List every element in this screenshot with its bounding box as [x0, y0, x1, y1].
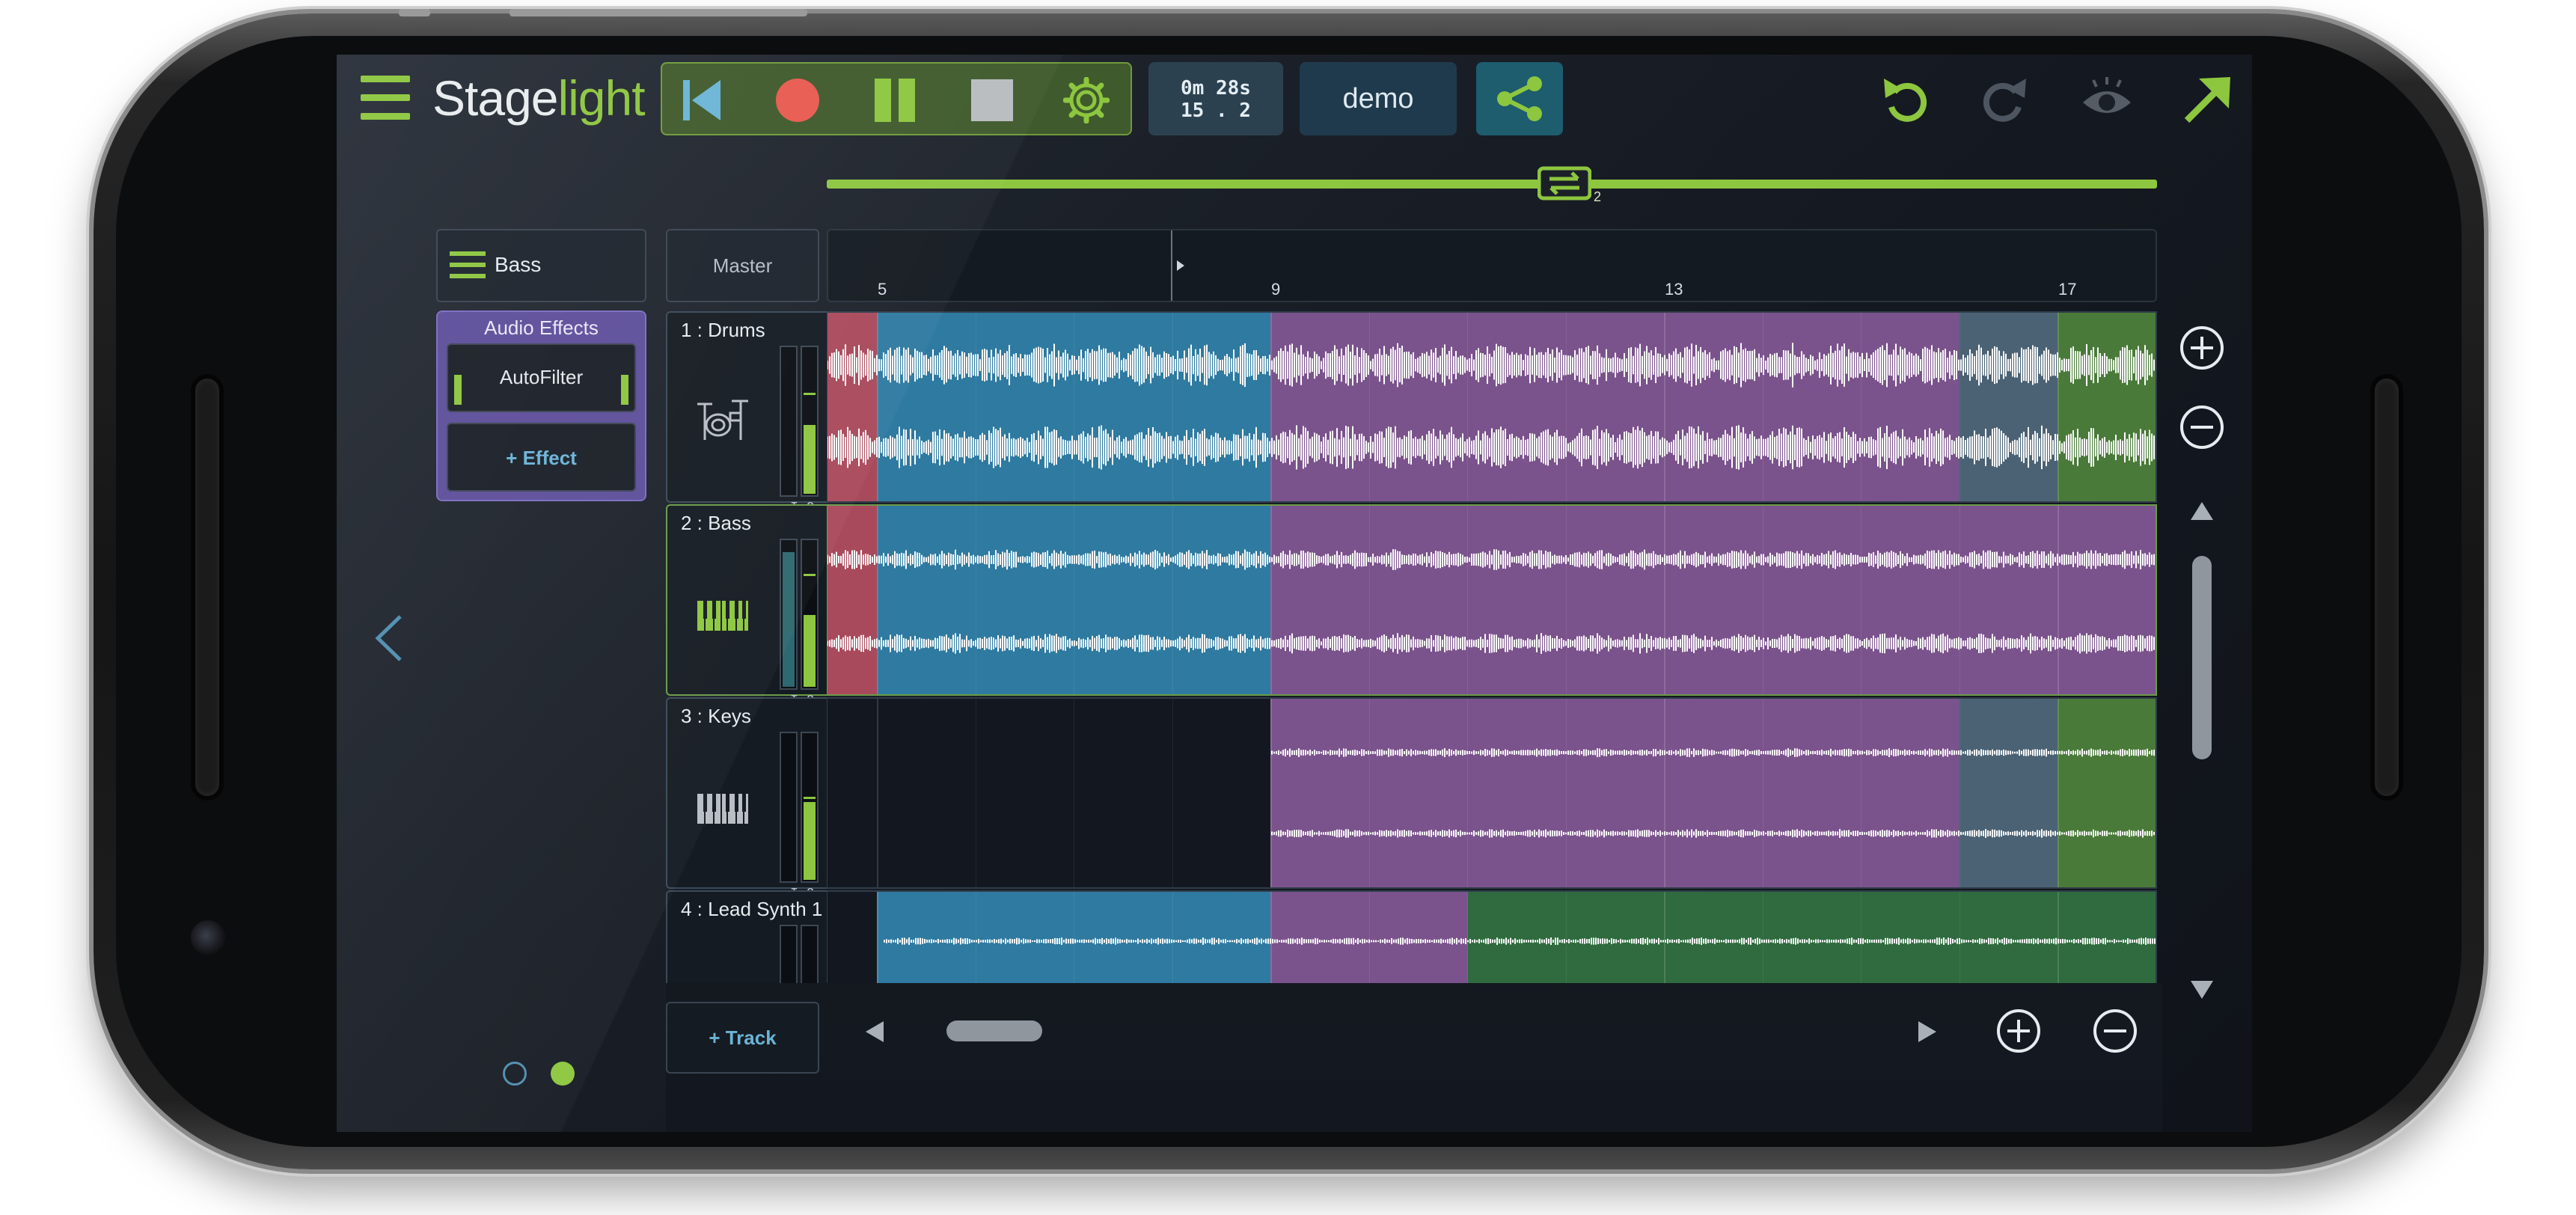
redo-icon[interactable]	[1977, 73, 2031, 126]
beat-gridline	[2156, 699, 2157, 887]
stop-icon[interactable]	[969, 77, 1015, 123]
scroll-down-arrow-icon[interactable]	[2189, 979, 2215, 1000]
loop-icon[interactable]	[1538, 162, 1591, 204]
audio-effects-title: Audio Effects	[484, 316, 599, 339]
waveform-channel	[827, 343, 2155, 388]
settings-gear-icon[interactable]	[1063, 77, 1110, 123]
waveform-channel	[827, 633, 2155, 654]
phone-volume-button	[510, 9, 807, 16]
waveform-channel	[827, 549, 2155, 570]
zoom-in-horizontal-icon[interactable]	[1995, 1007, 2043, 1055]
playhead-marker[interactable]	[1171, 230, 1172, 301]
undo-icon[interactable]	[1879, 73, 1933, 126]
loop-count: 2	[1594, 189, 1602, 204]
track-header-bass[interactable]: 2 : Bass I O	[666, 504, 827, 709]
drum-kit-icon	[697, 400, 748, 440]
scroll-up-arrow-icon[interactable]	[2189, 501, 2215, 521]
phone-speaker-right	[2370, 374, 2403, 801]
phone-speaker-left	[191, 374, 224, 801]
zoom-in-vertical-icon[interactable]	[2178, 324, 2226, 372]
effect-name: AutoFilter	[499, 366, 584, 388]
track-header-keys[interactable]: 3 : Keys I O	[666, 697, 827, 902]
track-input-meter	[780, 732, 798, 883]
track-output-meter	[801, 732, 819, 883]
waveform-drums	[827, 343, 2155, 470]
ruler-bar-5: 5	[878, 280, 887, 299]
waveform-channel	[884, 937, 2156, 945]
track-output-meter	[801, 539, 819, 690]
transport-controls	[661, 62, 1132, 135]
waveform-bass	[827, 549, 2155, 654]
app-screen: Stagelight 0m 28s 15 . 2 demo 2 Bass Aud…	[337, 55, 2252, 1132]
app-logo-prefix: Stage	[432, 70, 558, 126]
song-name-button[interactable]: demo	[1300, 62, 1457, 135]
page-indicator-1[interactable]	[503, 1062, 527, 1086]
rewind-to-start-icon[interactable]	[679, 77, 725, 123]
beat-gridline	[2156, 313, 2157, 501]
waveform-channel	[1271, 829, 2155, 838]
track-output-meter	[801, 346, 819, 497]
view-eye-icon[interactable]	[2080, 73, 2134, 126]
selected-track-label: Bass	[495, 253, 542, 276]
page-indicator-2-active[interactable]	[551, 1062, 575, 1086]
master-track-button[interactable]: Master	[666, 229, 819, 302]
waveform-channel	[827, 425, 2155, 470]
time-display[interactable]: 0m 28s 15 . 2	[1148, 62, 1283, 135]
ruler-bar-17: 17	[2058, 280, 2077, 299]
track-input-meter	[780, 346, 798, 497]
track-name: 1 : Drums	[681, 319, 765, 341]
track-name: 4 : Lead Synth 1	[681, 898, 823, 920]
vertical-scrollbar-thumb[interactable]	[2192, 556, 2212, 759]
scroll-right-arrow-icon[interactable]	[1915, 1020, 1938, 1044]
time-elapsed: 0m 28s	[1181, 77, 1251, 100]
track-select-button[interactable]: Bass	[436, 229, 646, 302]
keyboard-icon	[697, 794, 748, 824]
track-lane-keys[interactable]	[827, 697, 2157, 889]
horizontal-scrollbar-thumb[interactable]	[946, 1020, 1042, 1041]
track-header-drums[interactable]: 1 : Drums I O	[666, 311, 827, 515]
chevron-left-icon[interactable]	[370, 612, 408, 664]
beat-gridline	[2156, 506, 2157, 694]
timeline-ruler[interactable]: 5 9 13 17	[827, 229, 2157, 302]
phone-side-button	[399, 9, 430, 16]
zoom-out-vertical-icon[interactable]	[2178, 403, 2226, 451]
track-menu-icon	[450, 251, 486, 285]
ruler-bar-9: 9	[1271, 280, 1281, 299]
share-icon	[1497, 76, 1542, 121]
track-input-meter	[780, 539, 798, 690]
track-name: 3 : Keys	[681, 705, 751, 727]
record-icon[interactable]	[774, 77, 821, 123]
keyboard-icon	[697, 601, 748, 631]
ruler-bar-13: 13	[1665, 280, 1683, 299]
effect-slot-autofilter[interactable]: AutoFilter	[447, 343, 636, 412]
main-menu-icon[interactable]	[361, 76, 410, 122]
expand-arrow-icon[interactable]	[2181, 73, 2235, 126]
bar-position: 15 . 2	[1181, 100, 1251, 122]
waveform-keys	[1271, 748, 2155, 838]
loop-range-bar[interactable]	[827, 180, 2157, 189]
track-lane-bass[interactable]	[827, 504, 2157, 696]
app-logo: Stagelight	[432, 70, 646, 126]
track-name: 2 : Bass	[681, 512, 751, 534]
phone-camera	[191, 920, 225, 955]
add-track-button[interactable]: + Track	[666, 1002, 819, 1074]
playhead-arrow-icon	[1177, 260, 1184, 271]
scroll-left-arrow-icon[interactable]	[864, 1020, 887, 1044]
add-effect-button[interactable]: + Effect	[447, 423, 636, 492]
audio-effects-panel: Audio Effects AutoFilter + Effect	[436, 310, 646, 501]
bottom-bar	[666, 983, 2162, 1132]
waveform-channel	[1271, 748, 2155, 757]
app-logo-suffix: light	[557, 70, 645, 126]
zoom-out-horizontal-icon[interactable]	[2091, 1007, 2139, 1055]
pause-icon[interactable]	[872, 77, 918, 123]
track-lane-drums[interactable]	[827, 311, 2157, 503]
share-button[interactable]	[1476, 62, 1563, 135]
